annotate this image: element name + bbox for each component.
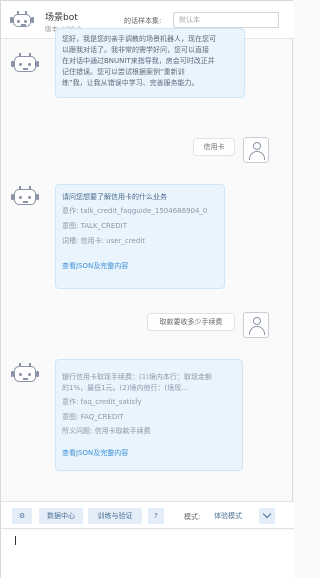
view-json-link[interactable]: 查看JSON及完整内容 — [62, 261, 218, 272]
bot-avatar-icon — [10, 11, 34, 29]
text-caret — [15, 536, 16, 545]
help-button[interactable]: ? — [148, 508, 164, 524]
bot-avatar-icon — [11, 186, 39, 210]
bot-avatar-icon — [11, 363, 39, 387]
settings-button[interactable]: ⚙ — [12, 508, 32, 524]
sample-set-label: 的话样本集: — [124, 17, 162, 25]
user-avatar-icon — [243, 137, 269, 163]
user-message: 信用卡 — [193, 138, 235, 156]
user-avatar-icon — [243, 312, 269, 338]
bot-title: 场景bot — [45, 13, 78, 23]
chat-toolbar: ⚙ 数据中心 训练与验证 ? 模式: 体验模式 — [1, 501, 294, 529]
user-message: 取款要收多少手续费 — [147, 313, 235, 331]
bot-message: 您好，我是您的亲手调教的场景机器人，现在您可 以跟我对话了。我非常的需学好问，您… — [55, 28, 245, 98]
bot-message: 请问您想要了解信用卡的什么业务 意作: talk_credit_faqguide… — [55, 184, 225, 289]
mode-label: 模式: — [184, 513, 201, 521]
view-json-link[interactable]: 查看JSON及完整内容 — [62, 448, 236, 459]
bot-message: 银行信用卡取现手续费：(1)境内本行：取现金额 的1%，最低1元。(2)境内他行… — [55, 359, 243, 471]
message-input[interactable] — [1, 530, 294, 578]
mode-select[interactable]: 体验模式 — [214, 508, 244, 524]
chevron-down-icon[interactable] — [259, 508, 275, 524]
sample-set-select[interactable]: 默认本 — [173, 12, 279, 28]
train-verify-button[interactable]: 训练与验证 — [88, 508, 142, 524]
bot-avatar-icon — [11, 53, 39, 77]
gear-icon: ⚙ — [18, 512, 26, 520]
data-center-button[interactable]: 数据中心 — [39, 508, 83, 524]
